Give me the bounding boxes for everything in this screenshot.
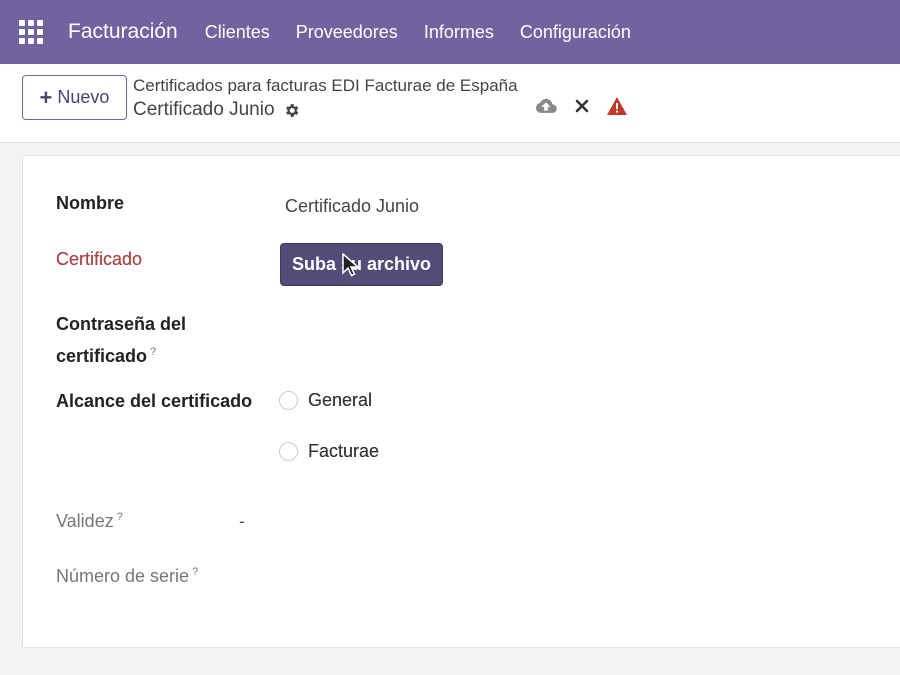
menu-item-informes[interactable]: Informes <box>411 22 507 43</box>
record-title: Certificado Junio <box>133 99 300 121</box>
radio-circle[interactable] <box>279 391 298 410</box>
app-brand[interactable]: Facturación <box>68 20 178 44</box>
field-label-alcance: Alcance del certificado <box>56 391 253 411</box>
field-label-validez: Validez? <box>56 511 123 532</box>
top-navbar: Facturación Clientes Proveedores Informe… <box>0 0 900 64</box>
password-label-line2: certificado <box>56 346 148 366</box>
form-sheet: Nombre Certificado Junio Certificado Sub… <box>22 155 900 648</box>
field-label-numero-serie: Número de serie? <box>56 566 198 587</box>
control-panel: + Nuevo Certificados para facturas EDI F… <box>0 64 900 143</box>
help-tooltip-icon[interactable]: ? <box>150 346 156 358</box>
new-button-label: Nuevo <box>57 87 110 107</box>
apps-grid-icon[interactable] <box>19 20 43 44</box>
nombre-field[interactable]: Certificado Junio <box>285 196 419 217</box>
form-status-indicator <box>535 97 645 115</box>
radio-label-general: General <box>308 390 373 410</box>
radio-circle[interactable] <box>279 442 298 461</box>
warning-icon[interactable] <box>607 97 627 115</box>
record-name: Certificado Junio <box>133 99 275 120</box>
field-label-password: Contraseña del certificado? <box>56 310 186 370</box>
menu-item-proveedores[interactable]: Proveedores <box>283 22 411 43</box>
cloud-upload-icon[interactable] <box>535 97 557 115</box>
validez-value: - <box>239 511 245 531</box>
radio-general[interactable]: General <box>279 390 372 411</box>
password-label-line1: Contraseña del <box>56 314 187 334</box>
plus-icon: + <box>39 84 53 110</box>
discard-x-icon[interactable] <box>575 99 589 113</box>
radio-label-facturae: Facturae <box>308 441 380 461</box>
upload-file-button[interactable]: Suba su archivo <box>280 243 443 286</box>
serie-label-text: Número de serie <box>56 566 190 586</box>
main-menu: Clientes Proveedores Informes Configurac… <box>192 22 644 43</box>
new-button[interactable]: + Nuevo <box>22 75 127 120</box>
help-tooltip-icon[interactable]: ? <box>192 566 198 578</box>
breadcrumb[interactable]: Certificados para facturas EDI Facturae … <box>133 76 518 96</box>
menu-item-clientes[interactable]: Clientes <box>192 22 283 43</box>
field-label-nombre: Nombre <box>56 193 125 213</box>
radio-facturae[interactable]: Facturae <box>279 441 379 462</box>
help-tooltip-icon[interactable]: ? <box>117 511 123 523</box>
menu-item-configuracion[interactable]: Configuración <box>507 22 644 43</box>
validez-label-text: Validez <box>56 511 114 531</box>
field-label-certificado: Certificado <box>56 249 143 269</box>
gear-icon[interactable] <box>283 102 300 119</box>
